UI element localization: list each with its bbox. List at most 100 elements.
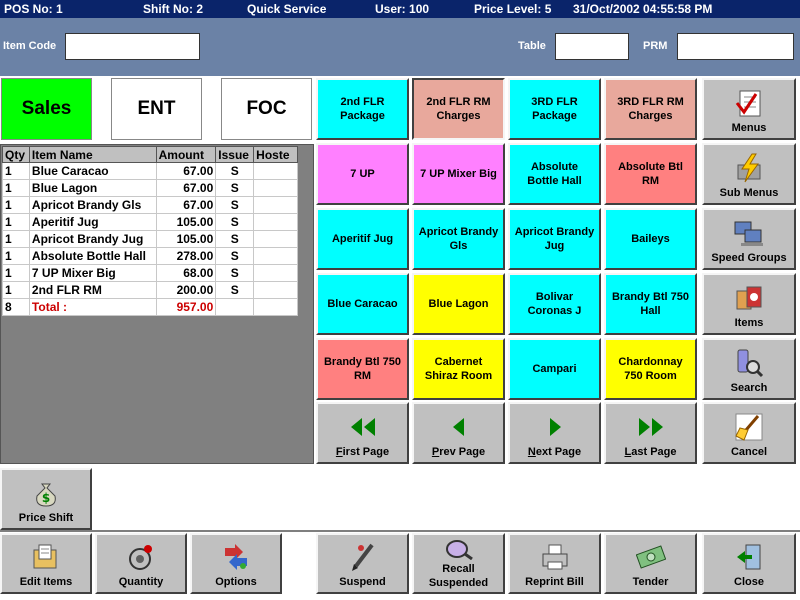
row-amount: 67.00: [155, 196, 217, 214]
cancel-button[interactable]: Cancel: [702, 402, 796, 464]
row-hoste: [253, 213, 298, 231]
row-hoste: [253, 247, 298, 265]
user-id: User: 100: [375, 2, 430, 16]
table-row[interactable]: 1 Blue Lagon 67.00 S: [2, 179, 298, 197]
prm-input[interactable]: [677, 33, 794, 60]
table-row[interactable]: 1 Aperitif Jug 105.00 S: [2, 213, 298, 231]
table-row[interactable]: 1 Blue Caracao 67.00 S: [2, 162, 298, 180]
table-row[interactable]: 1 Apricot Brandy Jug 105.00 S: [2, 230, 298, 248]
row-qty: 1: [2, 196, 30, 214]
item-button[interactable]: 2nd FLR RM Charges: [412, 78, 505, 140]
col-hoste[interactable]: Hoste: [253, 146, 298, 163]
row-hoste: [253, 196, 298, 214]
item-button[interactable]: Cabernet Shiraz Room: [412, 338, 505, 400]
row-qty: 1: [2, 230, 30, 248]
menu-checklist-icon: [732, 87, 766, 119]
row-item-name: 2nd FLR RM: [28, 281, 157, 299]
col-item-name[interactable]: Item Name: [28, 146, 157, 163]
item-button[interactable]: Absolute Btl RM: [604, 143, 697, 205]
row-issue: S: [215, 247, 255, 265]
table-input[interactable]: [555, 33, 629, 60]
item-code-input[interactable]: [65, 33, 200, 60]
item-button[interactable]: Absolute Bottle Hall: [508, 143, 601, 205]
tab-sales[interactable]: Sales: [1, 78, 92, 140]
money-bag-icon: $: [29, 477, 63, 509]
double-left-arrow-icon: [346, 411, 380, 443]
row-amount: 105.00: [155, 213, 217, 231]
item-button[interactable]: Blue Lagon: [412, 273, 505, 335]
item-button[interactable]: Baileys: [604, 208, 697, 270]
table-row[interactable]: 1 Apricot Brandy Gls 67.00 S: [2, 196, 298, 214]
row-amount: 67.00: [155, 179, 217, 197]
items-button[interactable]: Items: [702, 273, 796, 335]
item-button[interactable]: Campari: [508, 338, 601, 400]
dial-icon: [124, 541, 158, 573]
speed-groups-button[interactable]: Speed Groups: [702, 208, 796, 270]
shift-number: Shift No: 2: [143, 2, 203, 16]
item-button[interactable]: Brandy Btl 750 RM: [316, 338, 409, 400]
quantity-button[interactable]: Quantity: [95, 533, 187, 594]
suspend-button[interactable]: Suspend: [316, 533, 409, 594]
table-row[interactable]: 17 UP Mixer Big 68.00 S: [2, 264, 298, 282]
table-label: Table: [518, 40, 546, 52]
col-issue[interactable]: Issue: [215, 146, 255, 163]
row-item-name: 7 UP Mixer Big: [28, 264, 157, 282]
row-hoste: [253, 230, 298, 248]
reprint-bill-button[interactable]: Reprint Bill: [508, 533, 601, 594]
price-level: Price Level: 5: [474, 2, 552, 16]
last-page-button[interactable]: Last Page: [604, 402, 697, 464]
row-qty: 1: [2, 281, 30, 299]
menus-button[interactable]: Menus: [702, 78, 796, 140]
tab-ent[interactable]: ENT: [111, 78, 202, 140]
item-button[interactable]: 7 UP: [316, 143, 409, 205]
next-page-button[interactable]: Next Page: [508, 402, 601, 464]
tender-button[interactable]: Tender: [604, 533, 697, 594]
item-button[interactable]: Bolivar Coronas J: [508, 273, 601, 335]
row-amount: 200.00: [155, 281, 217, 299]
item-button[interactable]: Apricot Brandy Gls: [412, 208, 505, 270]
row-item-name: Apricot Brandy Gls: [28, 196, 157, 214]
row-item-name: Apricot Brandy Jug: [28, 230, 157, 248]
table-row[interactable]: 1 2nd FLR RM 200.00 S: [2, 281, 298, 299]
item-button[interactable]: Apricot Brandy Jug: [508, 208, 601, 270]
bottom-divider: [0, 530, 800, 532]
tab-foc[interactable]: FOC: [221, 78, 312, 140]
row-hoste: [253, 162, 298, 180]
row-issue: S: [215, 196, 255, 214]
item-button[interactable]: Brandy Btl 750 Hall: [604, 273, 697, 335]
status-bar: POS No: 1 Shift No: 2 Quick Service User…: [0, 0, 800, 18]
row-item-name: Blue Lagon: [28, 179, 157, 197]
options-arrows-icon: [219, 541, 253, 573]
order-grid-header: Qty Item Name Amount Issue Hoste: [2, 146, 298, 163]
magnifier-icon: [442, 538, 476, 560]
row-issue: S: [215, 264, 255, 282]
left-arrow-icon: [442, 411, 476, 443]
col-amount[interactable]: Amount: [155, 146, 217, 163]
item-button[interactable]: Chardonnay 750 Room: [604, 338, 697, 400]
first-page-button[interactable]: First Page: [316, 402, 409, 464]
item-button[interactable]: 3RD FLR RM Charges: [604, 78, 697, 140]
close-button[interactable]: Close: [702, 533, 796, 594]
order-grid[interactable]: Qty Item Name Amount Issue Hoste 1 Blue C…: [0, 144, 314, 464]
row-qty: 1: [2, 179, 30, 197]
row-item-name: Blue Caracao: [28, 162, 157, 180]
sub-menus-button[interactable]: Sub Menus: [702, 143, 796, 205]
options-button[interactable]: Options: [190, 533, 282, 594]
col-qty[interactable]: Qty: [2, 146, 30, 163]
item-button[interactable]: 3RD FLR Package: [508, 78, 601, 140]
price-shift-button[interactable]: $ Price Shift: [0, 468, 92, 530]
row-issue: S: [215, 213, 255, 231]
item-button[interactable]: Blue Caracao: [316, 273, 409, 335]
service-mode: Quick Service: [247, 2, 327, 16]
row-qty: 1: [2, 213, 30, 231]
recall-suspended-button[interactable]: Recall Suspended: [412, 533, 505, 594]
row-hoste: [253, 264, 298, 282]
prev-page-button[interactable]: Prev Page: [412, 402, 505, 464]
item-button[interactable]: Aperitif Jug: [316, 208, 409, 270]
item-button[interactable]: 7 UP Mixer Big: [412, 143, 505, 205]
double-right-arrow-icon: [634, 411, 668, 443]
edit-items-button[interactable]: Edit Items: [0, 533, 92, 594]
search-button[interactable]: Search: [702, 338, 796, 400]
item-button[interactable]: 2nd FLR Package: [316, 78, 409, 140]
table-row[interactable]: 1 Absolute Bottle Hall 278.00 S: [2, 247, 298, 265]
